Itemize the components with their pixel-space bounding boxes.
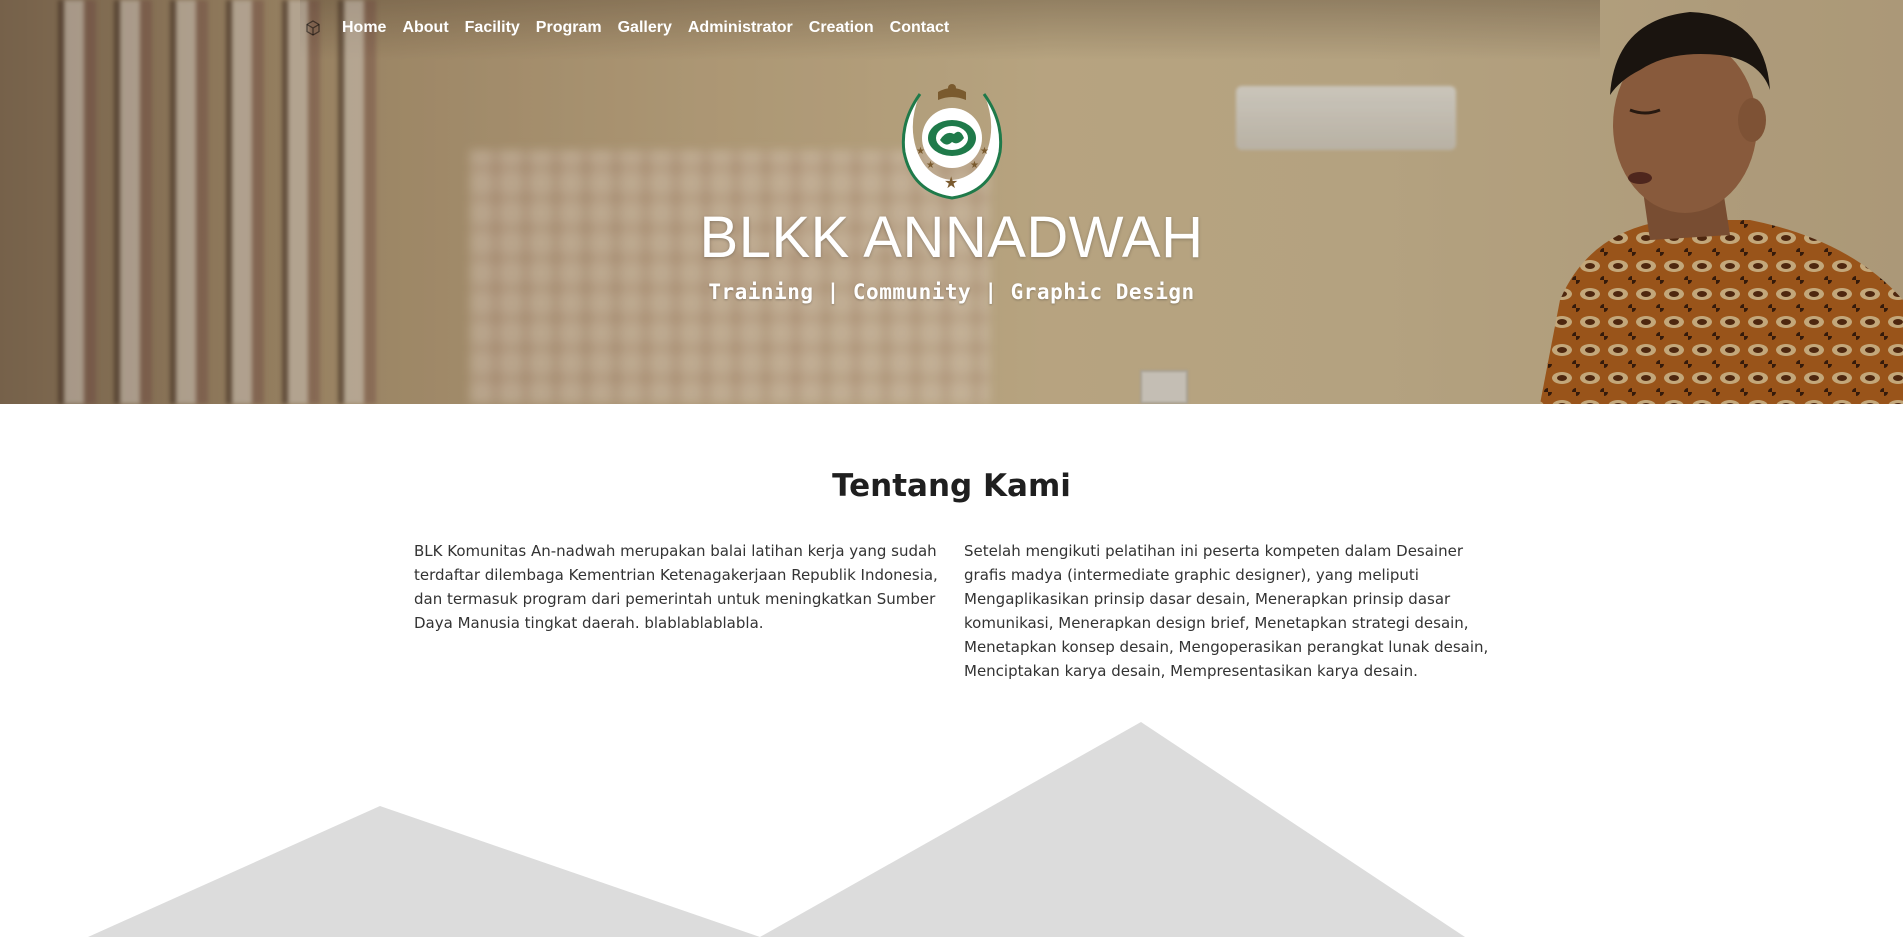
- svg-text:★: ★: [980, 146, 989, 157]
- svg-text:★: ★: [944, 173, 958, 192]
- hero-subtitle: Training | Community | Graphic Design: [708, 280, 1195, 304]
- hero-banner: Home About Facility Program Gallery Admi…: [0, 0, 1903, 404]
- nav-creation[interactable]: Creation: [809, 19, 874, 37]
- hero-title: BLKK ANNADWAH: [699, 205, 1204, 270]
- nav-gallery[interactable]: Gallery: [618, 19, 672, 37]
- nav-program[interactable]: Program: [536, 19, 602, 37]
- about-left-text: BLK Komunitas An-nadwah merupakan balai …: [414, 542, 938, 632]
- nav-facility[interactable]: Facility: [465, 19, 520, 37]
- nav-about[interactable]: About: [402, 19, 448, 37]
- top-navbar: Home About Facility Program Gallery Admi…: [304, 16, 965, 40]
- cube-icon[interactable]: [304, 19, 322, 37]
- about-right-text: Setelah mengikuti pelatihan ini peserta …: [964, 542, 1489, 680]
- annadwah-crest-logo: ★ ★ ★ ★ ★: [901, 84, 1003, 200]
- hero-overlay: [0, 0, 1903, 404]
- nav-contact[interactable]: Contact: [890, 19, 950, 37]
- nav-home[interactable]: Home: [342, 19, 386, 37]
- svg-text:★: ★: [916, 146, 925, 157]
- about-title: Tentang Kami: [832, 468, 1071, 504]
- nav-administrator[interactable]: Administrator: [688, 19, 793, 37]
- svg-text:★: ★: [970, 160, 979, 171]
- mountain-decoration: [88, 722, 1465, 937]
- svg-text:★: ★: [926, 160, 935, 171]
